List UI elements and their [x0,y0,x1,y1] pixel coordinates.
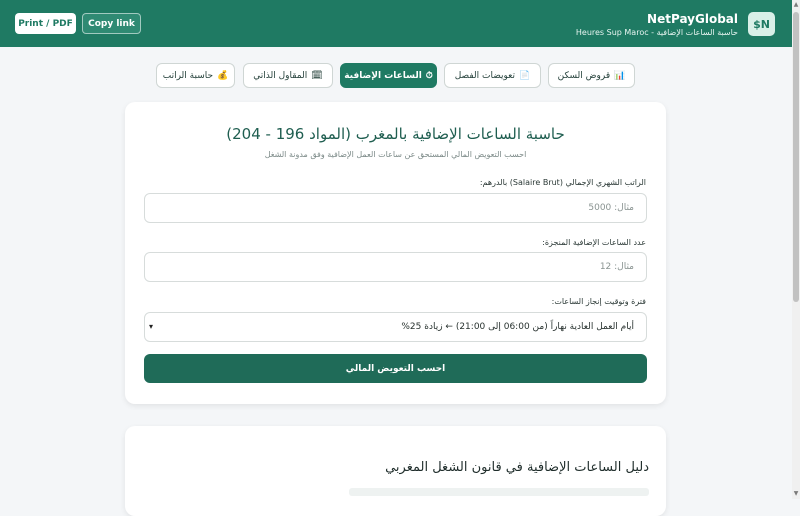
period-label: فترة وتوقيت إنجاز الساعات: [551,297,646,306]
salary-label: الراتب الشهري الإجمالي (Salaire Brut) با… [479,178,646,187]
calculate-button[interactable]: احسب التعويض المالي [144,354,647,383]
guide-text-preview [349,488,649,496]
calendar-icon: 🗓 [311,70,323,81]
brand-title: NetPayGlobal [647,12,738,26]
stopwatch-icon: ⏱ [425,70,433,81]
header-bar: Print / PDF Copy link NetPayGlobal Heure… [0,0,792,47]
copy-link-button[interactable]: Copy link [82,13,141,34]
scroll-up-arrow-icon[interactable]: ▲ [792,1,800,9]
print-pdf-button[interactable]: Print / PDF [15,13,76,34]
period-selected-value: أيام العمل العادية نهاراً (من 06:00 إلى … [401,322,634,332]
page-title: حاسبة الساعات الإضافية بالمغرب (المواد 1… [226,125,565,143]
scrollbar-thumb[interactable] [793,12,799,302]
page-scrollbar[interactable]: ▲ ▼ [792,0,800,499]
page-subtitle: احسب التعويض المالي المستحق عن ساعات الع… [264,150,527,159]
tab-label: حاسبة الراتب [162,70,214,81]
guide-card: دليل الساعات الإضافية في قانون الشغل الم… [125,426,666,516]
tab-overtime[interactable]: ⏱ الساعات الإضافية [340,63,437,88]
salary-input[interactable]: مثال: 5000 [144,193,647,223]
tab-label: تعويضات الفصل [454,70,516,81]
tab-salary-calculator[interactable]: 💰 حاسبة الراتب [156,63,235,88]
document-icon: 📄 [519,70,531,81]
period-select[interactable]: أيام العمل العادية نهاراً (من 06:00 إلى … [144,312,647,342]
tab-auto-entrepreneur[interactable]: 🗓 المقاول الذاتي [243,63,333,88]
tab-label: قروض السكن [557,70,611,81]
tab-label: الساعات الإضافية [344,70,422,81]
calculator-card: حاسبة الساعات الإضافية بالمغرب (المواد 1… [125,102,666,404]
scroll-down-arrow-icon[interactable]: ▼ [792,490,800,498]
hours-input[interactable]: مثال: 12 [144,252,647,282]
tab-severance[interactable]: 📄 تعويضات الفصل [444,63,541,88]
tab-label: المقاول الذاتي [253,70,308,81]
logo-icon[interactable]: $N [748,12,775,36]
brand-subtitle: Heures Sup Maroc - حاسبة الساعات الإضافي… [575,28,738,37]
hours-label: عدد الساعات الإضافية المنجزة: [542,238,646,247]
chevron-down-icon: ▾ [149,322,154,331]
tab-housing-loans[interactable]: 📊 قروض السكن [548,63,635,88]
chart-icon: 📊 [614,70,626,81]
guide-title: دليل الساعات الإضافية في قانون الشغل الم… [385,460,649,475]
money-bag-icon: 💰 [217,70,229,81]
